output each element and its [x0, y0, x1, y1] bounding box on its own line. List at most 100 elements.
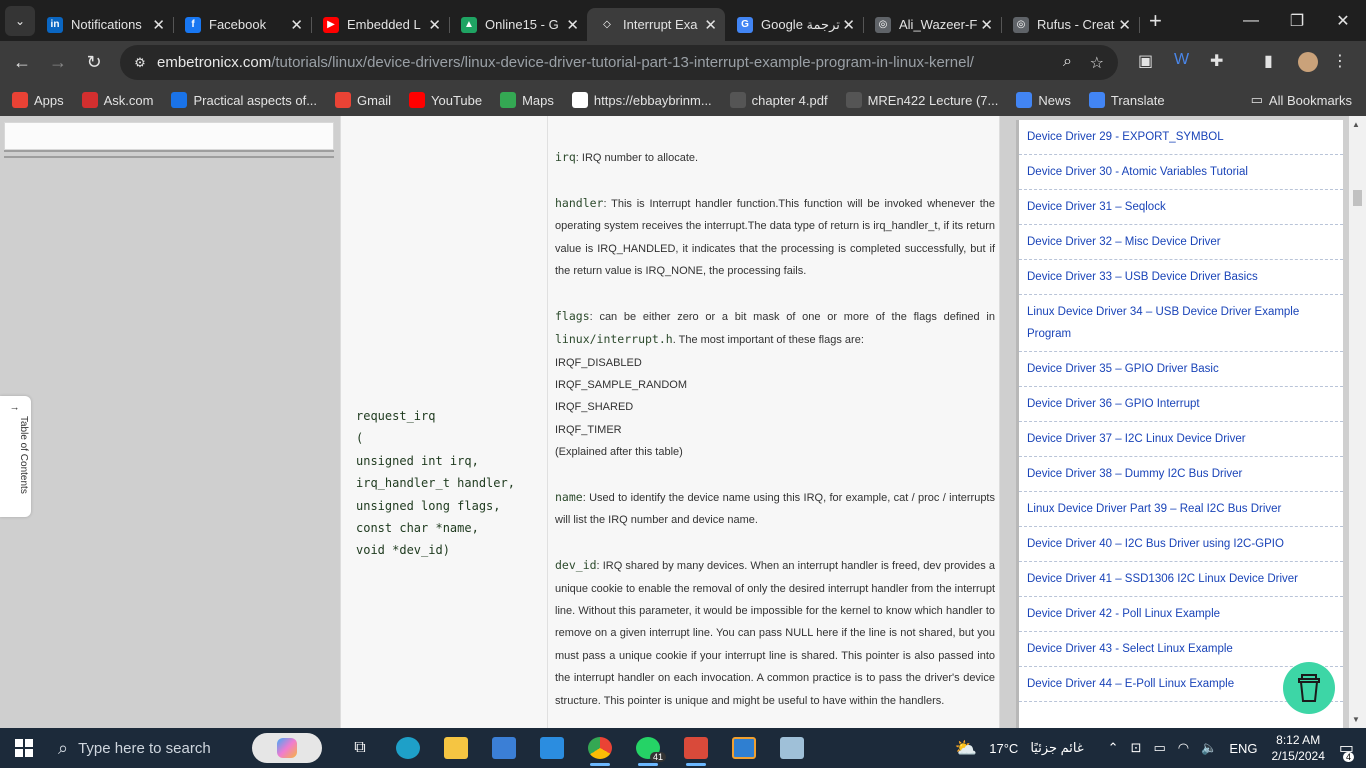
taskbar-search[interactable]: ⌕ Type here to search — [48, 728, 250, 768]
tab-2[interactable]: f Facebook ✕ — [173, 8, 312, 41]
extensions-puzzle-icon[interactable]: ✚ — [1210, 51, 1223, 71]
bookmark-item[interactable]: Translate — [1088, 92, 1165, 108]
side-panel-icon[interactable]: ▮ — [1264, 51, 1273, 71]
network-device-icon[interactable]: ⊡ — [1131, 740, 1142, 756]
sidebar-link[interactable]: Device Driver 42 - Poll Linux Example — [1019, 597, 1343, 632]
bookmark-item[interactable]: Gmail — [335, 92, 391, 108]
tab-close-icon[interactable]: ✕ — [704, 16, 717, 34]
tab-close-icon[interactable]: ✕ — [842, 16, 855, 34]
sidebar-link[interactable]: Device Driver 38 – Dummy I2C Bus Driver — [1019, 457, 1343, 492]
windows-logo-icon — [15, 739, 33, 757]
scrollbar-thumb[interactable] — [1353, 190, 1362, 206]
taskbar-store[interactable] — [480, 728, 528, 768]
bookmark-item[interactable]: https://ebbaybrinm... — [571, 92, 712, 108]
sidebar-link[interactable]: Linux Device Driver 34 – USB Device Driv… — [1019, 295, 1343, 352]
taskbar-whatsapp[interactable]: 41 — [624, 728, 672, 768]
taskbar-app-blue[interactable] — [720, 728, 768, 768]
tab-close-icon[interactable]: ✕ — [566, 16, 579, 34]
profile-avatar[interactable] — [1298, 52, 1318, 72]
bookmark-item[interactable]: MREn422 Lecture (7... — [845, 92, 998, 108]
tab-title: Facebook — [209, 17, 267, 32]
back-button[interactable]: ← — [4, 45, 40, 81]
bookmark-label: https://ebbaybrinm... — [593, 92, 712, 108]
task-view-button[interactable]: ⧉ — [336, 728, 384, 768]
menu-kebab-icon[interactable]: ⋮ — [1332, 51, 1348, 71]
weather-icon[interactable]: ⛅ — [955, 738, 977, 759]
bookmark-label: Ask.com — [103, 92, 154, 108]
taskbar-app-notes[interactable] — [768, 728, 816, 768]
url-text[interactable]: embetronicx.com/tutorials/linux/device-d… — [157, 54, 974, 71]
bookmark-star-icon[interactable]: ☆ — [1090, 53, 1104, 73]
notifications-icon[interactable]: ▭ 4 — [1339, 738, 1354, 762]
sidebar-link[interactable]: Device Driver 37 – I2C Linux Device Driv… — [1019, 422, 1343, 457]
bookmark-item[interactable]: Ask.com — [81, 92, 154, 108]
clock[interactable]: 8:12 AM 2/15/2024 — [1271, 732, 1324, 764]
taskbar-edge[interactable] — [384, 728, 432, 768]
taskbar-file-explorer[interactable] — [432, 728, 480, 768]
tab-8[interactable]: ◎ Rufus - Creat ✕ — [1001, 8, 1140, 41]
page-scrollbar[interactable]: ▲ ▼ — [1349, 116, 1366, 728]
sidebar-link[interactable]: Device Driver 43 - Select Linux Example — [1019, 632, 1343, 667]
sidebar-link[interactable]: Device Driver 41 – SSD1306 I2C Linux Dev… — [1019, 562, 1343, 597]
tab-close-icon[interactable]: ✕ — [152, 16, 165, 34]
bookmark-item[interactable]: News — [1016, 92, 1071, 108]
scroll-down-arrow[interactable]: ▼ — [1352, 715, 1360, 724]
tab-close-icon[interactable]: ✕ — [980, 16, 993, 34]
restore-button[interactable]: ❐ — [1274, 0, 1320, 41]
tab-search-menu-button[interactable]: ⌄ — [5, 5, 35, 36]
sidebar-link[interactable]: Linux Device Driver Part 39 – Real I2C B… — [1019, 492, 1343, 527]
buy-me-a-coffee-button[interactable] — [1283, 662, 1335, 714]
forward-button[interactable]: → — [40, 45, 76, 81]
weather-text[interactable]: غائم جزئيًا — [1030, 740, 1083, 756]
bookmark-item[interactable]: chapter 4.pdf — [729, 92, 828, 108]
start-button[interactable] — [0, 728, 48, 768]
volume-icon[interactable]: 🔈 — [1201, 740, 1217, 756]
bookmark-item[interactable]: YouTube — [409, 92, 482, 108]
tab-5[interactable]: ◇ Interrupt Exa ✕ — [587, 8, 725, 41]
bookmark-item[interactable]: Maps — [500, 92, 554, 108]
scroll-up-arrow[interactable]: ▲ — [1352, 120, 1360, 129]
sidebar-link[interactable]: Device Driver 35 – GPIO Driver Basic — [1019, 352, 1343, 387]
all-bookmarks-button[interactable]: ▭ All Bookmarks — [1251, 92, 1352, 108]
sidebar-link[interactable]: Device Driver 29 - EXPORT_SYMBOL — [1019, 120, 1343, 155]
sidebar-link[interactable]: Device Driver 36 – GPIO Interrupt — [1019, 387, 1343, 422]
new-tab-button[interactable]: + — [1149, 8, 1162, 34]
taskbar-chrome[interactable] — [576, 728, 624, 768]
search-icon[interactable]: ⌕ — [1063, 53, 1072, 71]
tab-6[interactable]: G Google ترجمة ✕ — [725, 8, 864, 41]
tab-7[interactable]: ◎ Ali_Wazeer-F ✕ — [863, 8, 1002, 41]
signature-line: unsigned long flags, — [356, 498, 501, 513]
chevron-up-icon[interactable]: ⌃ — [1108, 740, 1119, 756]
extension-word-icon[interactable]: W — [1174, 51, 1189, 69]
site-info-icon[interactable]: ⚙ — [125, 55, 155, 71]
taskbar-mail[interactable] — [528, 728, 576, 768]
bookmark-item[interactable]: Practical aspects of... — [171, 92, 317, 108]
close-window-button[interactable]: ✕ — [1320, 0, 1366, 41]
reload-button[interactable]: ↻ — [76, 45, 112, 81]
bookmark-favicon-icon — [571, 92, 588, 108]
table-of-contents-tab[interactable]: ↑ Table of Contents — [0, 396, 31, 517]
tab-1[interactable]: in Notifications ✕ — [35, 8, 174, 41]
extension-icon[interactable]: ▣ — [1138, 51, 1153, 71]
language-indicator[interactable]: ENG — [1229, 741, 1257, 756]
tab-4[interactable]: ▲ Online15 - G ✕ — [449, 8, 587, 41]
search-icon: ⌕ — [58, 737, 69, 758]
weather-temp[interactable]: 17°C — [989, 741, 1018, 756]
tab-close-icon[interactable]: ✕ — [428, 16, 441, 34]
column-separator — [547, 116, 548, 728]
tab-close-icon[interactable]: ✕ — [1118, 16, 1131, 34]
sidebar-link[interactable]: Device Driver 30 - Atomic Variables Tuto… — [1019, 155, 1343, 190]
tab-3[interactable]: ▶ Embedded L ✕ — [311, 8, 450, 41]
battery-icon[interactable]: ▭ — [1153, 740, 1165, 756]
tab-close-icon[interactable]: ✕ — [290, 16, 303, 34]
sidebar-link[interactable]: Device Driver 32 – Misc Device Driver — [1019, 225, 1343, 260]
sidebar-link[interactable]: Device Driver 33 – USB Device Driver Bas… — [1019, 260, 1343, 295]
minimize-button[interactable]: — — [1228, 0, 1274, 41]
taskbar-app-red[interactable] — [672, 728, 720, 768]
bookmark-item[interactable]: Apps — [12, 92, 64, 108]
address-bar[interactable]: ⚙ embetronicx.com/tutorials/linux/device… — [120, 45, 1118, 80]
copilot-button[interactable] — [252, 733, 322, 763]
wifi-icon[interactable]: ◠ — [1178, 740, 1189, 756]
sidebar-link[interactable]: Device Driver 40 – I2C Bus Driver using … — [1019, 527, 1343, 562]
sidebar-link[interactable]: Device Driver 31 – Seqlock — [1019, 190, 1343, 225]
